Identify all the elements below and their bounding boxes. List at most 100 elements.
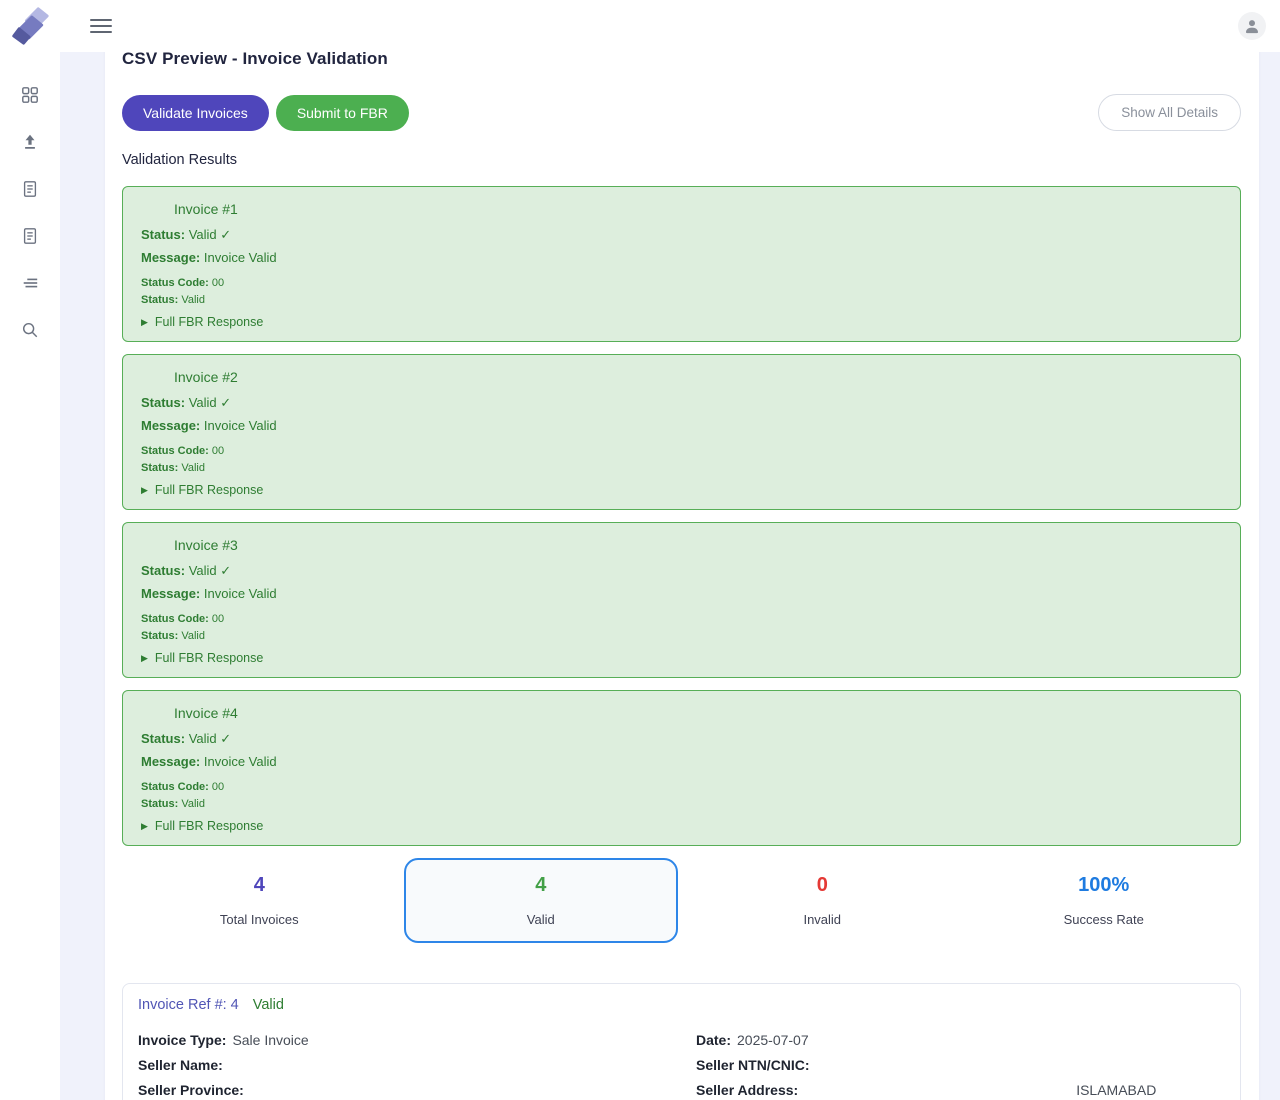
list-lines-icon[interactable]: [21, 274, 39, 292]
field-label: Seller Address:: [696, 1082, 798, 1098]
validation-results-heading: Validation Results: [122, 152, 1241, 168]
dashboard-grid-icon[interactable]: [21, 86, 39, 104]
invoice-result-card: Invoice #1 Status: Valid ✓ Message: Invo…: [122, 186, 1241, 342]
stat-success-value: 100%: [1078, 874, 1129, 897]
actions-row: Validate Invoices Submit to FBR Show All…: [122, 94, 1241, 131]
status-value: Valid ✓: [189, 563, 231, 578]
status-label: Status:: [141, 227, 185, 242]
status-small-value: Valid: [181, 462, 205, 474]
invoice-card-title: Invoice #4: [174, 705, 1222, 721]
validate-invoices-button[interactable]: Validate Invoices: [122, 95, 269, 131]
app-logo[interactable]: [0, 4, 60, 48]
status-label: Status:: [141, 563, 185, 578]
invoice-detail-header: Invoice Ref #: 4 Valid: [138, 997, 1225, 1013]
search-icon[interactable]: [21, 321, 39, 339]
full-fbr-response-label: Full FBR Response: [155, 315, 263, 329]
message-label: Message:: [141, 586, 200, 601]
field-seller-province: Seller Province:: [138, 1082, 696, 1100]
invoice-message-line: Message: Invoice Valid: [141, 754, 1222, 769]
invoice-card-title: Invoice #2: [174, 369, 1222, 385]
field-seller-address: Seller Address: ISLAMABAD: [696, 1082, 1225, 1100]
page-title: CSV Preview - Invoice Validation: [122, 49, 1241, 69]
field-value: 2025-07-07: [737, 1032, 809, 1048]
full-fbr-response-toggle[interactable]: ▶Full FBR Response: [141, 819, 1222, 833]
field-date: Date: 2025-07-07: [696, 1032, 1225, 1057]
message-value: Invoice Valid: [204, 250, 277, 265]
full-fbr-response-toggle[interactable]: ▶ Full FBR Response: [141, 315, 1222, 329]
status-small-line: Status: Valid: [141, 462, 1222, 474]
field-seller-name: Seller Name:: [138, 1057, 696, 1082]
field-value: ISLAMABAD: [1076, 1082, 1156, 1098]
status-value: Valid ✓: [189, 731, 231, 746]
invoice-card-title: Invoice #1: [174, 201, 1222, 217]
expand-triangle-icon: ▶: [141, 653, 148, 664]
stat-valid-value: 4: [535, 874, 546, 897]
status-code-label: Status Code:: [141, 277, 209, 289]
submit-to-fbr-button[interactable]: Submit to FBR: [276, 95, 409, 131]
expand-triangle-icon: ▶: [141, 317, 148, 328]
full-fbr-response-toggle[interactable]: ▶ Full FBR Response: [141, 651, 1222, 665]
invoice-status-line: Status: Valid ✓: [141, 395, 1222, 411]
user-avatar-icon: [1242, 16, 1262, 36]
status-code-line: Status Code: 00: [141, 277, 1222, 289]
topbar: [0, 0, 1280, 52]
message-label: Message:: [141, 250, 200, 265]
status-code-value: 00: [212, 445, 224, 457]
stat-success-label: Success Rate: [1064, 912, 1144, 927]
field-label: Date:: [696, 1032, 731, 1048]
status-small-label: Status:: [141, 798, 178, 810]
validation-stats-row: 4 Total Invoices 4 Valid 0 Invalid 100% …: [122, 858, 1241, 943]
document-2-icon[interactable]: [21, 227, 39, 245]
status-small-label: Status:: [141, 294, 178, 306]
csv-preview-card: CSV Preview - Invoice Validation Validat…: [105, 33, 1259, 1100]
status-code-label: Status Code:: [141, 613, 209, 625]
status-small-label: Status:: [141, 462, 178, 474]
stat-invalid-value: 0: [817, 874, 828, 897]
full-fbr-response-label: Full FBR Response: [155, 483, 263, 497]
status-small-value: Valid: [181, 798, 205, 810]
invoice-result-card: Invoice #4 Status: Valid ✓ Message: Invo…: [122, 690, 1241, 846]
status-code-line: Status Code: 00: [141, 445, 1222, 457]
invoice-status-line: Status: Valid ✓: [141, 731, 1222, 747]
field-invoice-type: Invoice Type:Sale Invoice: [138, 1032, 696, 1057]
status-small-line: Status: Valid: [141, 294, 1222, 306]
status-small-value: Valid: [181, 294, 205, 306]
show-all-details-button[interactable]: Show All Details: [1098, 94, 1241, 131]
status-code-line: Status Code: 00: [141, 613, 1222, 625]
field-label: Seller NTN/CNIC:: [696, 1057, 810, 1073]
message-label: Message:: [141, 418, 200, 433]
stat-valid[interactable]: 4 Valid: [404, 858, 679, 943]
invoice-result-card: Invoice #2 Status: Valid ✓ Message: Invo…: [122, 354, 1241, 510]
field-value: Sale Invoice: [232, 1032, 308, 1048]
status-code-value: 00: [212, 277, 224, 289]
invoice-status-line: Status: Valid ✓: [141, 563, 1222, 579]
detail-right-column: Date: 2025-07-07 Seller NTN/CNIC: Seller …: [696, 1032, 1225, 1100]
status-small-line: Status: Valid: [141, 630, 1222, 642]
detail-left-column: Invoice Type:Sale Invoice Seller Name: S…: [138, 1032, 696, 1100]
status-small-label: Status:: [141, 630, 178, 642]
stat-invalid-label: Invalid: [803, 912, 841, 927]
field-label: Seller Province:: [138, 1082, 244, 1098]
document-icon[interactable]: [21, 180, 39, 198]
invoice-results-list: Invoice #1 Status: Valid ✓ Message: Invo…: [122, 186, 1241, 846]
upload-icon[interactable]: [21, 133, 39, 151]
user-avatar[interactable]: [1238, 12, 1266, 40]
stat-total-value: 4: [254, 874, 265, 897]
invoice-detail-card: Invoice Ref #: 4 Valid Invoice Type:Sale…: [122, 983, 1241, 1100]
message-value: Invoice Valid: [204, 418, 277, 433]
expand-triangle-icon: ▶: [141, 485, 148, 496]
invoice-ref-number: Invoice Ref #: 4: [138, 997, 239, 1013]
invoice-card-title: Invoice #3: [174, 537, 1222, 553]
full-fbr-response-toggle[interactable]: ▶ Full FBR Response: [141, 483, 1222, 497]
status-code-value: 00: [212, 781, 224, 793]
expand-triangle-icon: ▶: [141, 821, 148, 832]
app-logo-icon: [10, 4, 50, 48]
stat-invalid: 0 Invalid: [685, 858, 960, 943]
status-value: Valid ✓: [189, 227, 231, 242]
hamburger-menu-icon[interactable]: [90, 19, 112, 33]
stat-total-invoices: 4 Total Invoices: [122, 858, 397, 943]
full-fbr-response-label: Full FBR Response: [155, 651, 263, 665]
main-content: CSV Preview - Invoice Validation Validat…: [60, 0, 1280, 1100]
invoice-message-line: Message: Invoice Valid: [141, 418, 1222, 433]
status-label: Status:: [141, 395, 185, 410]
